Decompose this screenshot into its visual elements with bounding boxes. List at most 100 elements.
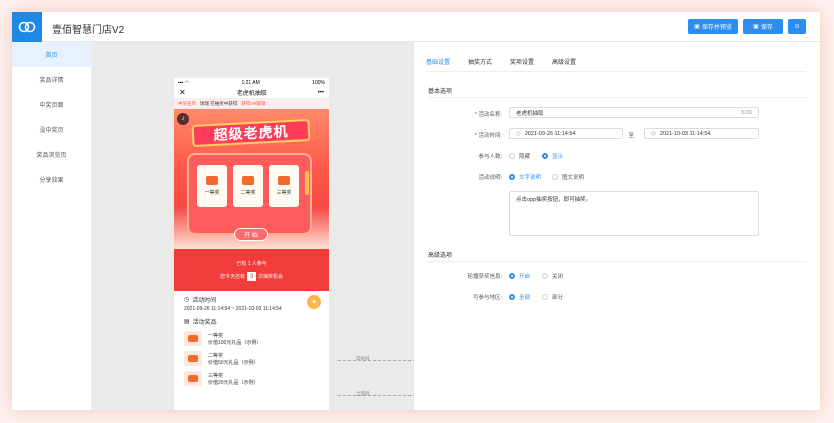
prize-label: 活动奖品 <box>192 320 217 326</box>
sidebar: 首页 奖品详情 中奖页面 没中奖页 奖品浏览页 分享效果 <box>12 42 92 410</box>
status-bar: ▪▪▪ ◠ 1:21 AM 100% <box>174 78 329 87</box>
time-label: * 活动时间: <box>474 133 502 139</box>
prize-image <box>184 371 202 386</box>
prize-section: ▤ 活动奖品 <box>184 317 319 326</box>
ticker-tag: 中奖名单 <box>178 101 196 106</box>
save-icon: ▣ <box>694 24 700 30</box>
desc-text-radio[interactable]: 文字说明 <box>509 173 541 181</box>
chance-suffix: 次抽奖机会 <box>258 273 284 280</box>
logo <box>12 12 42 42</box>
sidebar-item-label: 分享效果 <box>39 178 64 184</box>
clock-icon: ◷ <box>184 297 190 303</box>
sidebar-item-lose-page[interactable]: 没中奖页 <box>12 117 91 142</box>
region-all-radio[interactable]: 全部 <box>509 293 530 301</box>
description-value: 点击opp抽奖按钮，即可抽奖。 <box>516 197 592 203</box>
participation-info: 已有 1 人参与 您今天还有 3 次抽奖机会 <box>174 249 329 291</box>
sidebar-item-label: 奖品浏览页 <box>36 153 67 159</box>
desc-image-radio[interactable]: 图文说明 <box>552 173 584 181</box>
divider <box>428 261 806 262</box>
settings-button[interactable]: ⊙ <box>788 19 806 34</box>
tab-prize-settings[interactable]: 奖项设置 <box>510 57 534 72</box>
lever <box>305 171 309 195</box>
prize-image <box>184 351 202 366</box>
app-title: 壹佰智慧门店V2 <box>52 25 125 36</box>
sidebar-item-label: 没中奖页 <box>39 128 64 134</box>
description-textarea[interactable]: 点击opp抽奖按钮，即可抽奖。 <box>509 191 759 236</box>
divider <box>428 97 806 98</box>
tab-advanced[interactable]: 高级设置 <box>552 57 576 72</box>
rotate-on-radio[interactable]: 开启 <box>509 272 530 280</box>
status-battery: 100% <box>312 79 325 86</box>
chance-line: 您今天还有 3 次抽奖机会 <box>219 271 284 281</box>
logo-icon <box>18 21 36 33</box>
calendar-icon: ◷ <box>651 130 656 137</box>
fullscreen-label: 全面屏 <box>356 391 370 396</box>
prize-desc: 价值50元礼品（示例） <box>208 359 259 366</box>
radio-icon <box>552 174 558 180</box>
music-icon[interactable]: ♪ <box>177 113 189 125</box>
close-icon[interactable]: ✕ <box>179 88 186 97</box>
slot-hero: ♪ 超级老虎机 一等奖 二等奖 三等奖 开 始 <box>174 109 329 249</box>
sidebar-item-label: 奖品详情 <box>39 78 64 84</box>
sidebar-item-label: 中奖页面 <box>39 103 64 109</box>
save-preview-label: 保存并预览 <box>701 25 732 31</box>
radio-icon <box>542 273 548 279</box>
people-hide-radio[interactable]: 隐藏 <box>509 152 530 160</box>
radio-icon <box>509 153 515 159</box>
participants-count: 1 <box>247 260 251 267</box>
reel-label: 三等奖 <box>276 190 292 196</box>
radio-label: 关闭 <box>552 274 564 280</box>
tab-draw-mode[interactable]: 抽奖方式 <box>468 57 492 72</box>
sidebar-item-win-page[interactable]: 中奖页面 <box>12 92 91 117</box>
participants-suffix: 人参与 <box>251 260 267 267</box>
char-count: 5/30 <box>741 109 752 116</box>
tab-basic[interactable]: 基础设置 <box>426 57 451 72</box>
reel: 三等奖 <box>269 165 299 207</box>
status-time: 1:21 AM <box>241 79 260 86</box>
reel: 一等奖 <box>197 165 227 207</box>
reel: 二等奖 <box>233 165 263 207</box>
section-basic-title: 基本选项 <box>428 89 453 95</box>
radio-label: 图文说明 <box>562 175 585 181</box>
prize-desc: 价值20元礼品（示例） <box>208 379 259 386</box>
sidebar-item-prize-browse[interactable]: 奖品浏览页 <box>12 142 91 167</box>
chance-prefix: 您今天还有 <box>219 273 245 280</box>
rotate-label: 轮播获奖信息: <box>467 274 502 280</box>
region-label: 可参与地区: <box>472 295 502 301</box>
box-icon: ▤ <box>184 319 190 325</box>
start-time-value: 2021-09-26 11:14:54 <box>524 130 576 137</box>
prize-desc: 价值100元礼品（示例） <box>208 339 262 346</box>
participants-prefix: 已有 <box>236 260 247 267</box>
reel-label: 一等奖 <box>204 190 220 196</box>
sidebar-item-home[interactable]: 首页 <box>12 42 91 67</box>
sidebar-item-share[interactable]: 分享效果 <box>12 167 91 192</box>
list-item: 三等奖 价值20元礼品（示例） <box>184 371 319 386</box>
people-show-radio[interactable]: 显示 <box>542 152 563 160</box>
prize-name: 二等奖 <box>208 352 224 359</box>
start-button[interactable]: 开 始 <box>234 228 268 241</box>
activity-name-input[interactable]: 老虎机抽取 5/30 <box>509 107 759 118</box>
save-preview-button[interactable]: ▣ 保存并预览 <box>688 19 738 34</box>
fold-label: 常规屏 <box>356 356 370 361</box>
slot-title: 超级老虎机 <box>191 118 311 148</box>
list-item: 一等奖 价值100元礼品（示例） <box>184 331 319 346</box>
calendar-icon: ◷ <box>516 130 521 137</box>
end-time-value: 2021-10-03 11:14:54 <box>659 130 711 137</box>
rotate-off-radio[interactable]: 关闭 <box>542 272 563 280</box>
more-icon[interactable]: ••• <box>318 90 324 96</box>
save-button[interactable]: ▣ 保存 <box>743 19 783 34</box>
settings-icon: ⊙ <box>794 24 800 30</box>
gift-icon[interactable]: ✦ <box>307 295 321 309</box>
time-section: ◷ 活动时间 <box>184 295 319 304</box>
tab-bar: 基础设置 抽奖方式 奖项设置 高级设置 <box>426 57 576 72</box>
chance-count: 3 <box>247 271 256 281</box>
prize-image <box>184 331 202 346</box>
end-time-input[interactable]: ◷ 2021-10-03 11:14:54 <box>644 128 759 139</box>
sidebar-item-prize-detail[interactable]: 奖品详情 <box>12 67 91 92</box>
radio-label: 隐藏 <box>519 154 531 160</box>
gift-icon <box>206 176 218 185</box>
region-part-radio[interactable]: 部分 <box>542 293 563 301</box>
ticker-text: 瑞瑞 在抽奖中获得 <box>200 101 238 106</box>
radio-checked-icon <box>509 294 515 300</box>
save-icon: ▣ <box>753 24 759 30</box>
